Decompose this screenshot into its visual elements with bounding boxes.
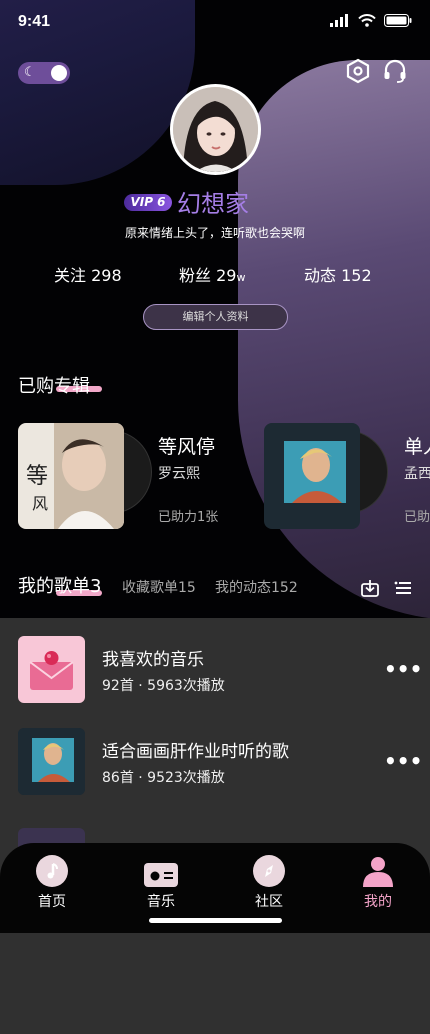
username: 幻想家 bbox=[177, 190, 249, 218]
album-cover bbox=[264, 423, 360, 529]
status-bar: 9:41 bbox=[0, 0, 430, 46]
album-artist: 罗云熙 bbox=[158, 466, 200, 482]
compass-icon bbox=[253, 855, 285, 887]
stat-label: 动态 bbox=[304, 266, 337, 285]
nav-me[interactable]: 我的 bbox=[343, 855, 413, 911]
stat-value: 152 bbox=[341, 266, 372, 285]
tab-favorite-playlists[interactable]: 收藏歌单15 bbox=[122, 577, 196, 597]
album-name: 等风停 bbox=[158, 436, 216, 458]
envelope-heart-icon bbox=[29, 651, 74, 690]
playlist-cover bbox=[18, 636, 85, 703]
stat-moments[interactable]: 动态 152 bbox=[304, 262, 372, 286]
download-icon[interactable] bbox=[360, 578, 380, 598]
settings-hexagon-icon[interactable] bbox=[345, 58, 371, 84]
toggle-knob bbox=[51, 65, 67, 81]
radio-icon bbox=[144, 856, 178, 887]
avatar-portrait-icon bbox=[173, 87, 258, 172]
headset-icon[interactable] bbox=[382, 58, 408, 84]
list-menu-icon[interactable] bbox=[394, 580, 412, 596]
playlist-title: 我喜欢的音乐 bbox=[102, 650, 204, 670]
stat-following[interactable]: 关注 298 bbox=[54, 262, 122, 286]
svg-text:风: 风 bbox=[32, 494, 48, 513]
nav-music[interactable]: 音乐 bbox=[126, 855, 196, 911]
svg-text:等: 等 bbox=[26, 464, 48, 489]
vip-badge: VIP 6 bbox=[124, 194, 172, 211]
stat-value: 298 bbox=[91, 266, 122, 285]
album-helped: 已助 bbox=[404, 510, 430, 525]
nav-label: 音乐 bbox=[147, 894, 175, 910]
nav-community[interactable]: 社区 bbox=[234, 855, 304, 911]
tab-my-moments[interactable]: 我的动态152 bbox=[215, 577, 298, 597]
profile-stats: 关注 298 粉丝 29w 动态 152 bbox=[0, 262, 430, 286]
nav-label: 首页 bbox=[38, 894, 66, 910]
nav-home[interactable]: 首页 bbox=[17, 855, 87, 911]
playlist-tabs: 我的歌单3 收藏歌单15 我的动态152 bbox=[0, 572, 430, 602]
user-icon bbox=[362, 855, 394, 887]
playlist-list: 我喜欢的音乐 92首 · 5963次播放 ••• 适合画画肝作业时听的歌 86首… bbox=[0, 618, 430, 1034]
tab-my-playlists[interactable]: 我的歌单3 bbox=[18, 572, 101, 598]
stat-label: 粉丝 bbox=[179, 266, 212, 285]
stat-label: 关注 bbox=[54, 266, 87, 285]
user-bio: 原来情绪上头了，连听歌也会哭啊 bbox=[124, 226, 305, 240]
list-item[interactable]: 适合画画肝作业时听的歌 86首 · 9523次播放 ••• bbox=[0, 728, 430, 800]
album-name: 单人 bbox=[404, 436, 430, 458]
signal-icon bbox=[330, 14, 348, 27]
more-options-icon[interactable]: ••• bbox=[384, 751, 422, 771]
playlist-meta: 92首 · 5963次播放 bbox=[102, 678, 225, 694]
moon-icon: ☾ bbox=[24, 65, 36, 80]
wifi-icon bbox=[358, 14, 376, 27]
decorative-blob-right bbox=[238, 60, 430, 618]
bottom-nav: 首页 音乐 社区 我的 bbox=[0, 843, 430, 933]
status-time: 9:41 bbox=[18, 13, 51, 30]
playlist-meta: 86首 · 9523次播放 bbox=[102, 770, 225, 786]
list-item[interactable]: 我喜欢的音乐 92首 · 5963次播放 ••• bbox=[0, 636, 430, 708]
album-artist: 孟西 bbox=[404, 466, 430, 482]
playlist-title: 适合画画肝作业时听的歌 bbox=[102, 742, 289, 762]
battery-icon bbox=[384, 14, 412, 27]
album-cover: 等 风 bbox=[18, 423, 124, 529]
more-options-icon[interactable]: ••• bbox=[384, 659, 422, 679]
stat-unit: w bbox=[236, 271, 246, 284]
edit-profile-button[interactable]: 编辑个人资料 bbox=[143, 304, 288, 330]
avatar[interactable] bbox=[170, 84, 261, 175]
home-indicator bbox=[149, 918, 282, 923]
profile-header-area: 9:41 ☾ VIP 6 幻想家 原来情绪上头了，连听歌也会哭啊 关注 298 … bbox=[0, 0, 430, 618]
album-helped: 已助力1张 bbox=[158, 510, 219, 525]
nav-label: 社区 bbox=[255, 894, 283, 910]
playlist-cover bbox=[18, 728, 85, 795]
music-note-icon bbox=[36, 855, 68, 887]
nav-label: 我的 bbox=[364, 894, 392, 910]
dark-mode-toggle[interactable]: ☾ bbox=[18, 62, 70, 84]
stat-followers[interactable]: 粉丝 29w bbox=[179, 262, 245, 286]
purchased-albums-title: 已购专辑 bbox=[18, 376, 90, 397]
stat-value: 29 bbox=[216, 266, 237, 285]
